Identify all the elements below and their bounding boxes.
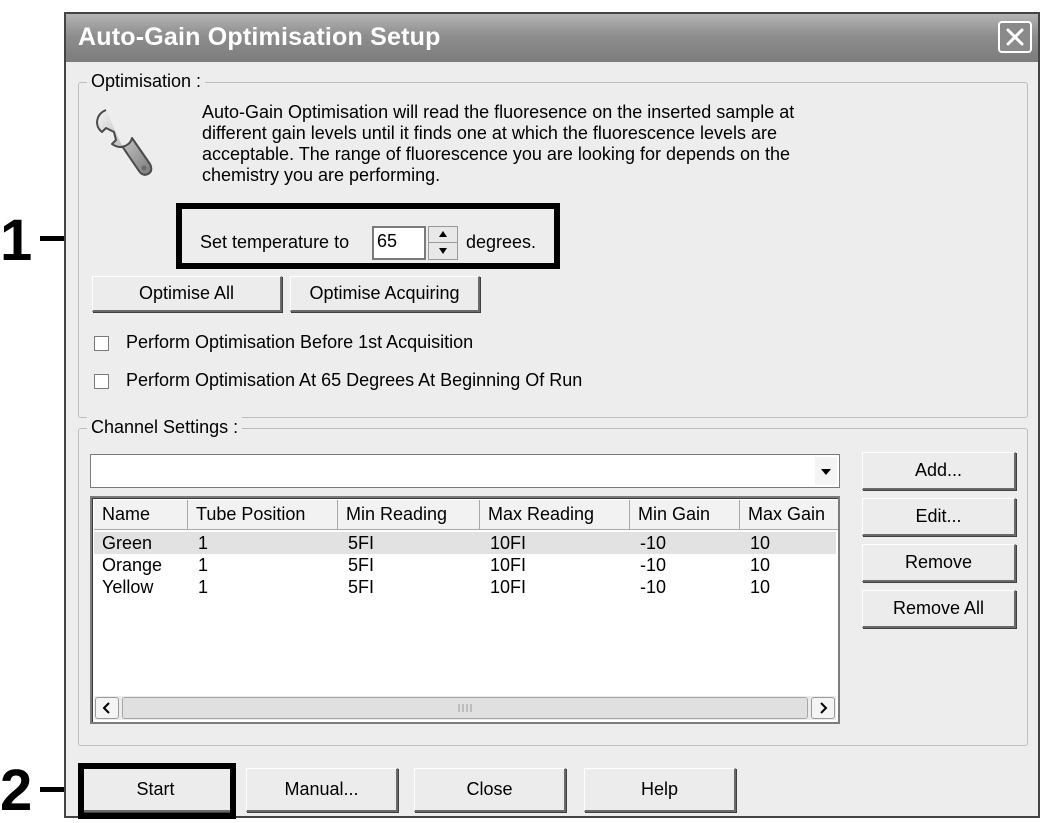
scroll-right-button[interactable]	[811, 697, 835, 719]
manual-button[interactable]: Manual...	[246, 768, 398, 812]
cell-name: Green	[102, 533, 153, 553]
cell-min-gain: -10	[640, 555, 667, 575]
close-window-button[interactable]	[998, 21, 1032, 53]
close-label: Close	[466, 779, 513, 799]
callout-number-2: 2	[0, 758, 33, 823]
optimisation-description-line-4: chemistry you are performing.	[202, 165, 441, 185]
title-bar[interactable]: Auto-Gain Optimisation Setup	[66, 14, 1038, 62]
checkbox-optimise-before-acquisition[interactable]	[94, 336, 109, 351]
channel-row-yellow[interactable]: Yellow 1 5FI 10FI -10 10	[94, 576, 836, 598]
optimisation-description-line-2: different gain levels until it finds one…	[202, 123, 777, 143]
help-button[interactable]: Help	[584, 768, 736, 812]
cell-max-gain: 10	[750, 577, 771, 597]
channel-list[interactable]: Name Tube Position Min Reading Max Readi…	[90, 496, 840, 724]
remove-channel-button[interactable]: Remove	[862, 544, 1016, 582]
channel-combobox[interactable]	[90, 454, 840, 488]
optimise-acquiring-button[interactable]: Optimise Acquiring	[290, 276, 480, 312]
cell-min-reading: 5FI	[348, 577, 375, 597]
checkbox-label-optimise-before-acquisition[interactable]: Perform Optimisation Before 1st Acquisit…	[126, 332, 473, 353]
callout-number-1: 1	[0, 208, 33, 273]
cell-tube-position: 1	[198, 533, 209, 553]
cell-max-reading: 10FI	[490, 533, 527, 553]
column-header-min-reading[interactable]: Min Reading	[338, 500, 480, 530]
highlight-box-temperature	[176, 203, 560, 269]
cell-max-gain: 10	[750, 533, 771, 553]
edit-channel-label: Edit...	[915, 506, 962, 526]
horizontal-scrollbar[interactable]	[94, 696, 836, 720]
column-header-tube-position[interactable]: Tube Position	[188, 500, 338, 530]
channel-row-green[interactable]: Green 1 5FI 10FI -10 10	[94, 532, 836, 554]
remove-channel-label: Remove	[904, 552, 973, 572]
edit-channel-button[interactable]: Edit...	[862, 498, 1016, 536]
chevron-down-icon	[815, 469, 837, 489]
cell-name: Yellow	[102, 577, 154, 597]
checkbox-optimise-at-65-degrees[interactable]	[94, 374, 109, 389]
column-header-min-gain[interactable]: Min Gain	[630, 500, 740, 530]
remove-all-channels-label: Remove All	[892, 598, 985, 618]
cell-max-gain: 10	[750, 555, 771, 575]
cell-name: Orange	[102, 555, 163, 575]
add-channel-button[interactable]: Add...	[862, 452, 1016, 490]
grip-icon	[123, 704, 807, 722]
cell-tube-position: 1	[198, 555, 209, 575]
optimisation-group-label: Optimisation :	[87, 71, 206, 92]
help-label: Help	[640, 779, 679, 799]
close-button[interactable]: Close	[414, 768, 566, 812]
column-header-max-reading[interactable]: Max Reading	[480, 500, 630, 530]
manual-label: Manual...	[284, 779, 359, 799]
cell-max-reading: 10FI	[490, 577, 527, 597]
scroll-left-button[interactable]	[95, 697, 119, 719]
optimisation-description-line-1: Auto-Gain Optimisation will read the flu…	[202, 102, 795, 122]
optimise-acquiring-label: Optimise Acquiring	[309, 283, 460, 303]
column-header-name[interactable]: Name	[94, 500, 188, 530]
wrench-icon	[92, 106, 158, 183]
column-header-max-gain[interactable]: Max Gain	[740, 500, 838, 530]
add-channel-label: Add...	[914, 460, 963, 480]
window-title: Auto-Gain Optimisation Setup	[78, 23, 441, 51]
optimise-all-label: Optimise All	[138, 283, 235, 303]
optimisation-description-line-3: acceptable. The range of fluorescence yo…	[202, 144, 791, 164]
cell-max-reading: 10FI	[490, 555, 527, 575]
dialog-window: Auto-Gain Optimisation Setup Optimisatio…	[64, 12, 1040, 818]
channel-list-header: Name Tube Position Min Reading Max Readi…	[94, 500, 838, 530]
channel-row-orange[interactable]: Orange 1 5FI 10FI -10 10	[94, 554, 836, 576]
cell-min-reading: 5FI	[348, 533, 375, 553]
chevron-left-icon	[96, 702, 118, 722]
scroll-thumb[interactable]	[122, 697, 808, 719]
cell-tube-position: 1	[198, 577, 209, 597]
chevron-right-icon	[812, 702, 834, 722]
channel-settings-group-label: Channel Settings :	[87, 417, 243, 438]
combo-dropdown-button[interactable]	[815, 457, 837, 485]
optimise-all-button[interactable]: Optimise All	[92, 276, 282, 312]
highlight-box-start	[78, 763, 236, 819]
checkbox-label-optimise-at-65-degrees[interactable]: Perform Optimisation At 65 Degrees At Be…	[126, 370, 582, 391]
cell-min-gain: -10	[640, 533, 667, 553]
cell-min-reading: 5FI	[348, 555, 375, 575]
cell-min-gain: -10	[640, 577, 667, 597]
remove-all-channels-button[interactable]: Remove All	[862, 590, 1016, 628]
